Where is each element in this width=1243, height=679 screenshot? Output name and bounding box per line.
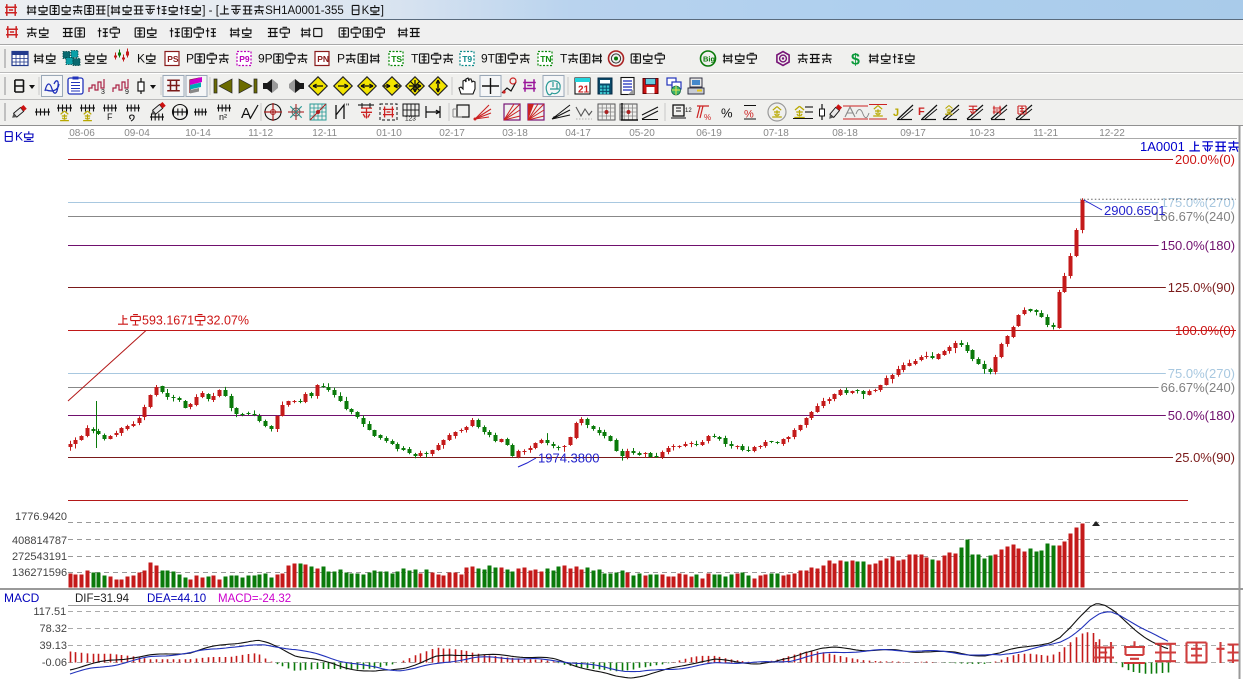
svg-text:10-23: 10-23	[969, 128, 995, 139]
svg-text:08-18: 08-18	[832, 128, 858, 139]
svg-text:Big: Big	[703, 55, 716, 64]
svg-text:66.67%(240): 66.67%(240)	[1161, 380, 1235, 395]
svg-text:TN: TN	[540, 54, 551, 64]
svg-text:21: 21	[578, 85, 590, 96]
svg-text:%: %	[721, 106, 733, 121]
svg-text:12-22: 12-22	[1099, 128, 1125, 139]
svg-text:07-18: 07-18	[763, 128, 789, 139]
svg-text:9: 9	[125, 89, 129, 96]
svg-text:11-21: 11-21	[1033, 128, 1058, 139]
svg-text:09-17: 09-17	[900, 128, 926, 139]
svg-text:166.67%(240): 166.67%(240)	[1153, 209, 1235, 224]
svg-text:9T: 9T	[481, 52, 496, 66]
svg-text:DIF=31.94: DIF=31.94	[75, 593, 130, 605]
svg-text:78.32: 78.32	[40, 623, 68, 635]
svg-text:25.0%(90): 25.0%(90)	[1175, 450, 1235, 465]
svg-text:125.0%(90): 125.0%(90)	[1168, 280, 1235, 295]
svg-text:136271596: 136271596	[12, 567, 67, 579]
svg-text:F: F	[918, 106, 925, 118]
svg-text:3: 3	[101, 89, 105, 96]
svg-text:T9: T9	[462, 54, 472, 64]
svg-text:39.13: 39.13	[40, 640, 68, 652]
svg-text:02-17: 02-17	[439, 128, 465, 139]
svg-text:": "	[346, 102, 349, 112]
svg-text:10-14: 10-14	[185, 128, 211, 139]
svg-text:75.0%(270): 75.0%(270)	[1168, 366, 1235, 381]
svg-text:P9: P9	[239, 54, 250, 64]
svg-text:n²: n²	[219, 112, 227, 122]
svg-text:04-17: 04-17	[565, 128, 591, 139]
svg-text:1A0001: 1A0001	[1140, 139, 1185, 154]
svg-text:1776.9420: 1776.9420	[15, 511, 67, 523]
svg-text:A: A	[241, 105, 251, 122]
svg-text:08-06: 08-06	[69, 128, 95, 139]
svg-text:09-04: 09-04	[124, 128, 150, 139]
svg-text:117.51: 117.51	[33, 606, 66, 618]
svg-text:32.07%: 32.07%	[207, 313, 249, 327]
svg-text:2900.6501: 2900.6501	[1104, 203, 1165, 218]
svg-text:408814787: 408814787	[12, 535, 67, 547]
svg-text:1974.3800: 1974.3800	[538, 451, 599, 466]
svg-text:SH1A0001-355: SH1A0001-355	[265, 5, 344, 17]
svg-text:PN: PN	[317, 54, 329, 64]
svg-text:123: 123	[405, 116, 416, 123]
svg-text:593.1671: 593.1671	[142, 313, 194, 327]
svg-text:T: T	[411, 52, 419, 66]
svg-text:100.0%(0): 100.0%(0)	[1175, 323, 1235, 338]
svg-text:F: F	[107, 112, 113, 122]
svg-text:175.0%(270): 175.0%(270)	[1161, 195, 1235, 210]
svg-text:]: ]	[381, 5, 384, 17]
svg-text:01-10: 01-10	[376, 128, 402, 139]
svg-text:%: %	[704, 113, 711, 122]
svg-text:MACD: MACD	[4, 591, 40, 605]
svg-text:K: K	[362, 5, 370, 17]
svg-text:MACD=-24.32: MACD=-24.32	[218, 593, 291, 605]
svg-text:50.0%(180): 50.0%(180)	[1168, 408, 1235, 423]
svg-text:K: K	[137, 52, 145, 66]
svg-text:150.0%(180): 150.0%(180)	[1161, 238, 1235, 253]
svg-text:12-11: 12-11	[312, 128, 337, 139]
svg-text:TS: TS	[391, 54, 402, 64]
svg-text:06-19: 06-19	[696, 128, 722, 139]
svg-text:05-20: 05-20	[629, 128, 655, 139]
svg-text:11-12: 11-12	[248, 128, 273, 139]
svg-text:K: K	[15, 130, 23, 144]
svg-text:P: P	[337, 52, 345, 66]
svg-text:P: P	[186, 52, 194, 66]
svg-text:T: T	[560, 52, 568, 66]
svg-text:12: 12	[685, 108, 692, 114]
svg-text:03-18: 03-18	[502, 128, 528, 139]
svg-text:PS: PS	[167, 54, 179, 64]
svg-text:[: [	[107, 5, 111, 17]
svg-text:$: $	[851, 52, 860, 69]
svg-text:] - [: ] - [	[202, 5, 219, 17]
svg-text:9P: 9P	[258, 52, 273, 66]
svg-text:-0.06: -0.06	[42, 657, 67, 669]
svg-text:DEA=44.10: DEA=44.10	[147, 593, 206, 605]
svg-text:J: J	[893, 107, 899, 119]
svg-text:200.0%(0): 200.0%(0)	[1175, 152, 1235, 167]
svg-text:272543191: 272543191	[12, 551, 67, 563]
